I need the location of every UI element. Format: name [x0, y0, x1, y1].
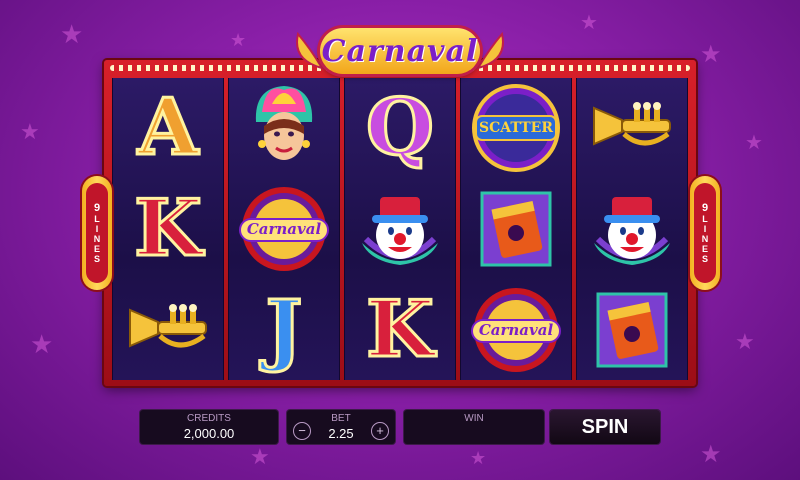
star-icon: ★ — [60, 20, 84, 50]
spin-button[interactable]: SPIN — [550, 410, 660, 444]
star-icon: ★ — [745, 130, 763, 154]
drum-icon — [480, 191, 552, 267]
clown-icon — [362, 196, 438, 265]
symbol-carnival-dancer — [235, 81, 333, 175]
symbol-drum — [583, 283, 681, 377]
logo-symbol-text: Carnaval — [246, 219, 322, 238]
symbol-drum — [467, 182, 565, 276]
symbol-clown — [351, 182, 449, 276]
lines-indicator-right: 9 LINES — [690, 176, 720, 290]
symbol-letter-a: A — [136, 82, 200, 174]
bet-increase-button[interactable]: + — [371, 422, 389, 440]
reel-3: Q K — [344, 78, 456, 380]
star-icon: ★ — [470, 448, 487, 469]
star-icon: ★ — [700, 440, 722, 468]
bet-panel: BET 2.25 − + — [287, 410, 395, 444]
star-icon: ★ — [735, 330, 755, 355]
credits-value: 2,000.00 — [183, 426, 235, 441]
dancer-icon — [255, 86, 313, 161]
symbol-scatter: SCATTER — [467, 81, 565, 175]
win-label: WIN — [464, 413, 484, 424]
lines-count: 9 — [701, 201, 709, 214]
star-icon: ★ — [700, 40, 722, 68]
scatter-text: SCATTER — [479, 120, 553, 137]
credits-label: CREDITS — [187, 413, 231, 424]
symbol-carnaval-logo: Carnaval — [467, 283, 565, 377]
credits-panel: CREDITS 2,000.00 — [140, 410, 278, 444]
symbol-letter-k: K — [365, 283, 436, 375]
star-icon: ★ — [250, 445, 270, 470]
symbol-trumpet — [583, 81, 681, 175]
lines-count: 9 — [93, 201, 101, 214]
symbol-carnaval-logo: Carnaval — [235, 182, 333, 276]
symbol-clown — [583, 182, 681, 276]
logo-symbol-text: Carnaval — [478, 320, 554, 339]
reel-1: A K — [112, 78, 224, 380]
lines-word: LINES — [700, 213, 710, 264]
bet-decrease-button[interactable]: − — [293, 422, 311, 440]
logo-badge: Carnaval — [320, 28, 480, 74]
reel-4: SCATTER Carnaval — [460, 78, 572, 380]
game-logo: Carnaval — [296, 24, 504, 80]
reel-area: A K Carnaval J Q K SCATTER Carnaval — [112, 78, 688, 380]
symbol-trumpet — [119, 283, 217, 377]
clown-icon — [594, 196, 670, 265]
symbol-letter-k: K — [133, 182, 204, 274]
trumpet-icon — [129, 303, 207, 348]
drum-icon — [596, 292, 668, 368]
lines-indicator-left: 9 LINES — [82, 176, 112, 290]
lines-word: LINES — [92, 213, 102, 264]
win-panel: WIN — [404, 410, 544, 444]
symbol-letter-j: J — [264, 283, 304, 375]
trumpet-icon — [593, 102, 671, 146]
symbol-letter-q: Q — [365, 82, 436, 174]
star-icon: ★ — [20, 120, 40, 145]
reel-5 — [576, 78, 688, 380]
reel-2: Carnaval J — [228, 78, 340, 380]
star-icon: ★ — [230, 30, 247, 51]
star-icon: ★ — [580, 10, 598, 34]
star-icon: ★ — [30, 330, 54, 360]
reel-frame: A K Carnaval J Q K SCATTER Carnaval — [104, 60, 696, 386]
game-title: Carnaval — [321, 33, 479, 69]
